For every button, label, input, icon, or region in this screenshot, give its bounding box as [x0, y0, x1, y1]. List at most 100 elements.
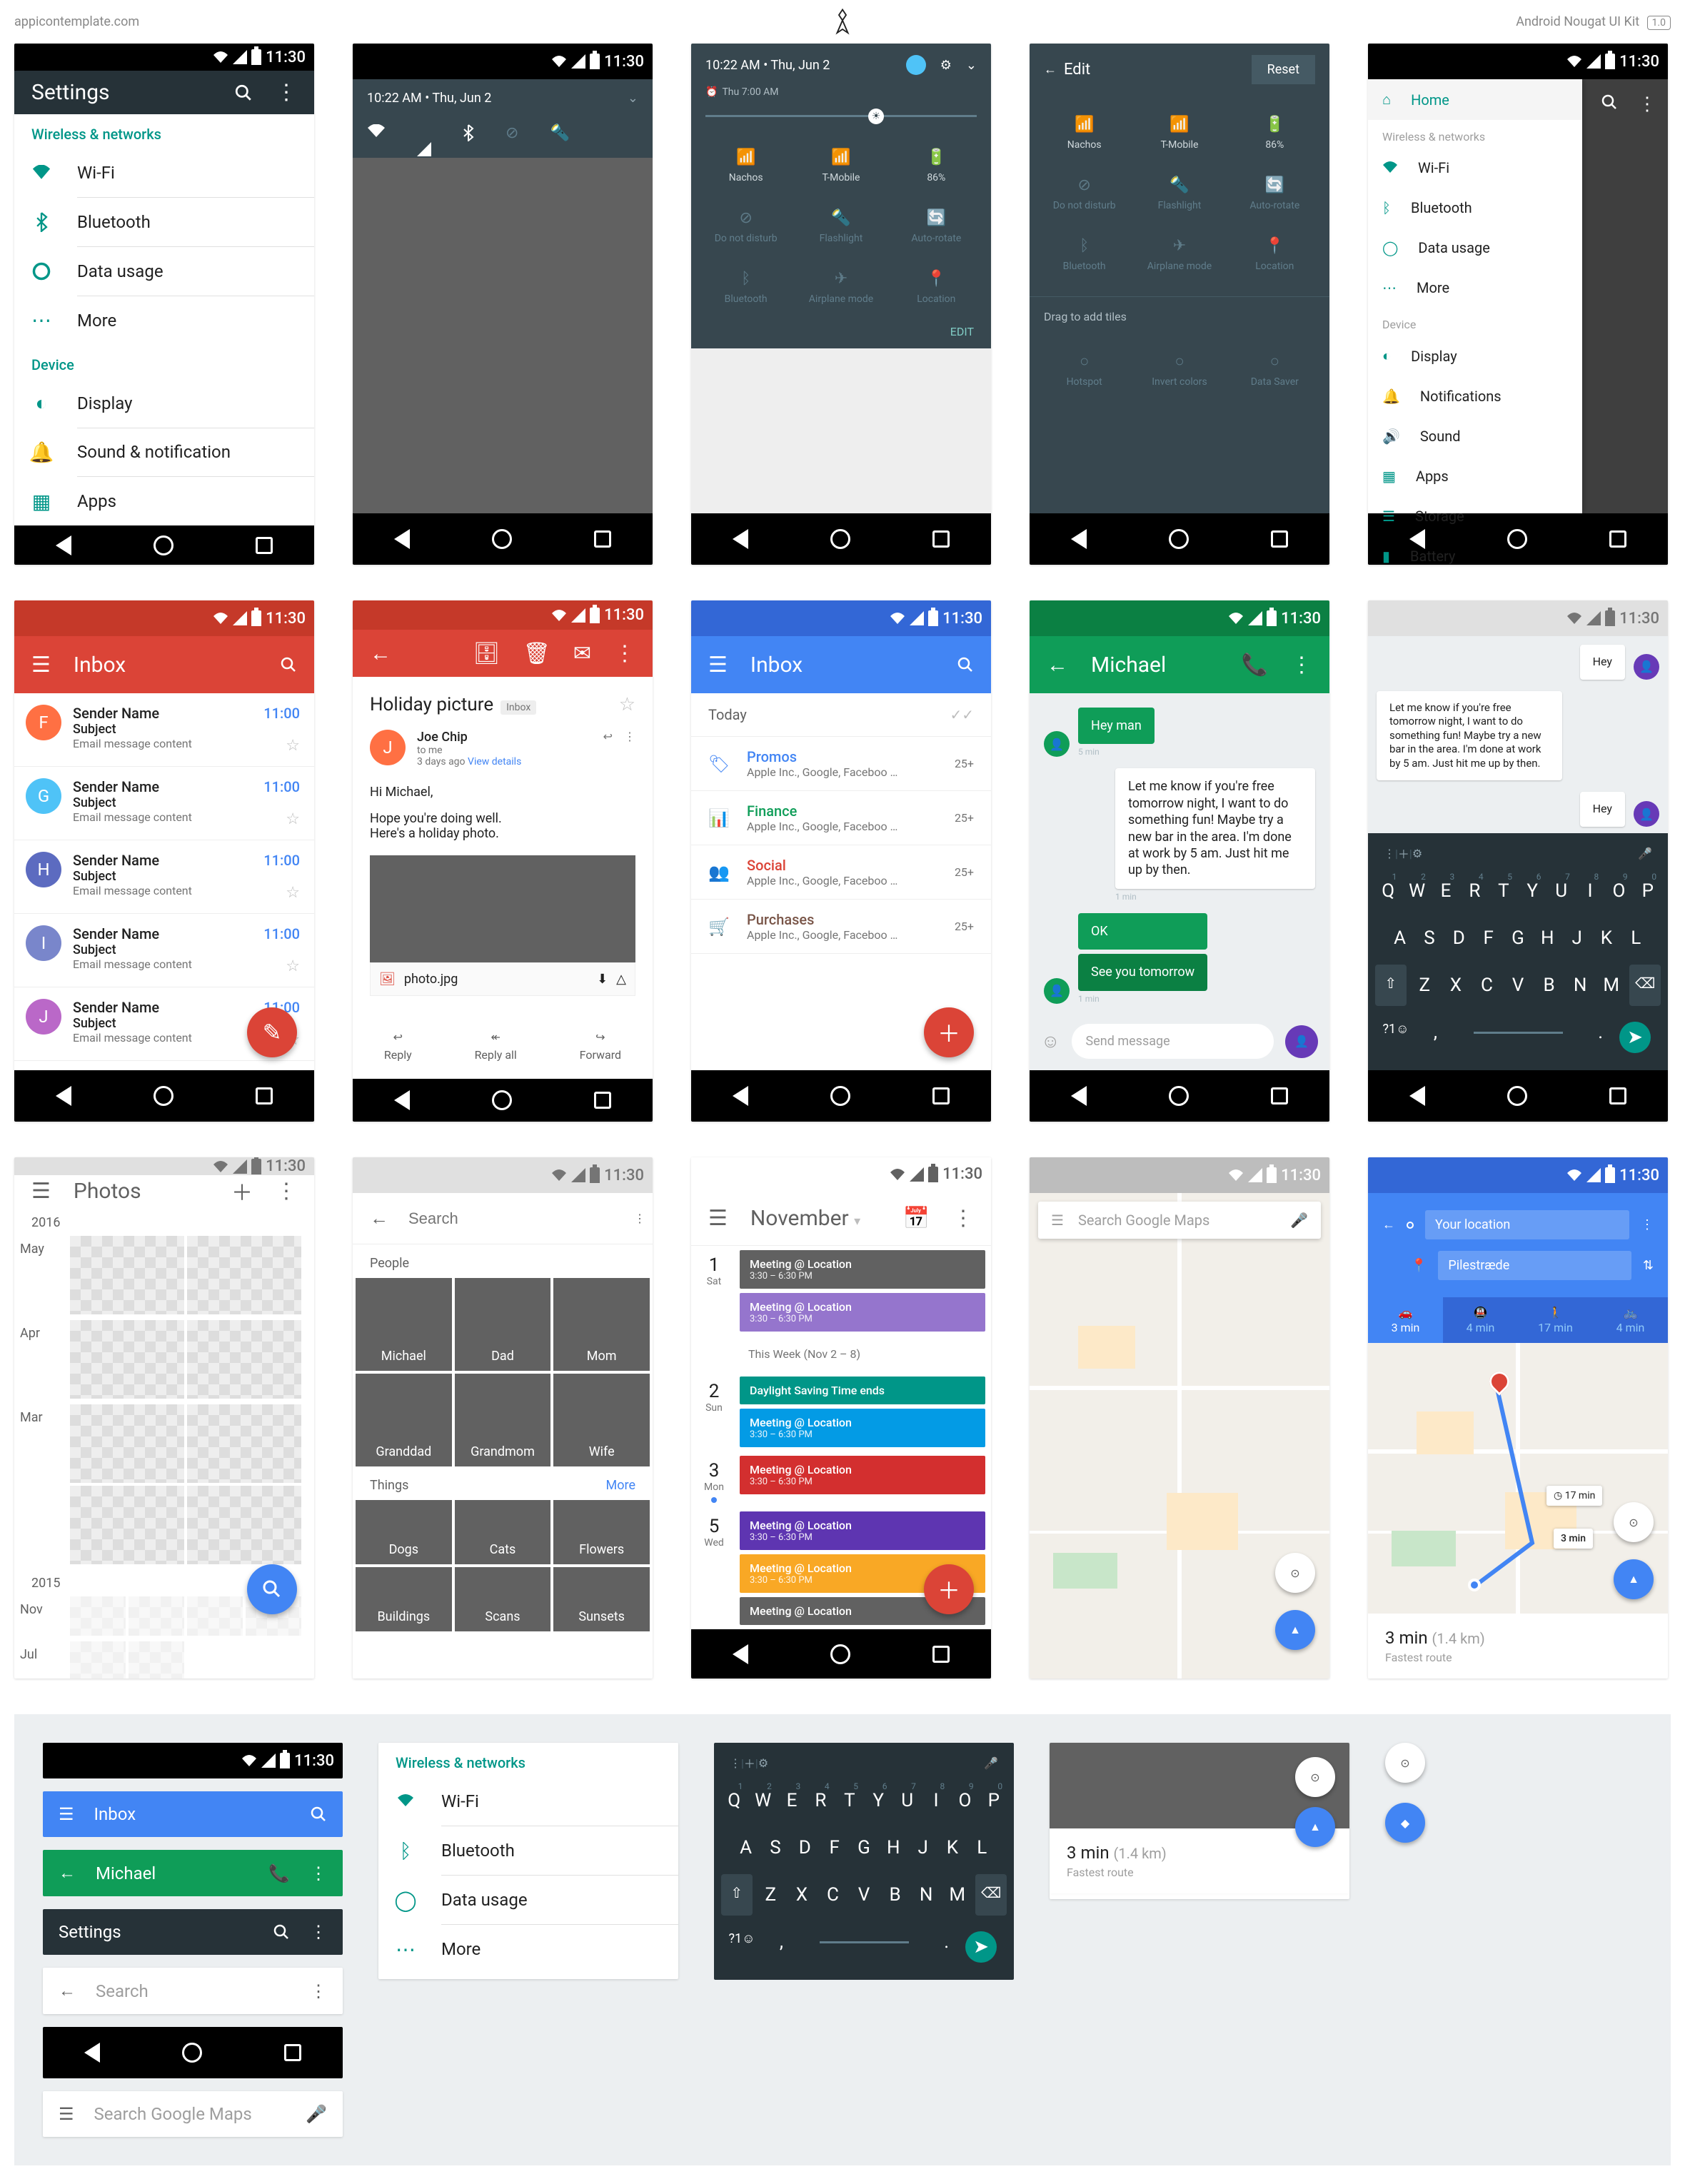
key-f[interactable]: F [1475, 917, 1502, 959]
nav-recent[interactable] [594, 530, 611, 548]
item-wifi[interactable]: Wi-Fi [378, 1777, 678, 1826]
nav-recent[interactable] [1271, 1087, 1288, 1104]
menu-icon[interactable]: ☰ [1051, 1212, 1064, 1229]
contact-avatar[interactable]: 👤 [1044, 731, 1070, 757]
qs-wifi[interactable] [367, 124, 386, 142]
back-icon[interactable]: ← [59, 1863, 76, 1883]
qs-tile-flashlight[interactable]: 🔦Flashlight [793, 196, 888, 257]
mode-bike[interactable]: 🚲4 min [1593, 1297, 1668, 1343]
photo-thumb[interactable] [129, 1596, 184, 1636]
search-icon[interactable] [310, 1806, 327, 1823]
origin-marker[interactable] [1468, 1579, 1481, 1591]
nav-home[interactable] [1507, 1086, 1527, 1106]
more-link[interactable]: More [606, 1478, 635, 1493]
menu-icon[interactable]: ☰ [59, 2104, 74, 2124]
comma-key[interactable]: , [1419, 1012, 1452, 1063]
key-j[interactable]: J [1564, 917, 1590, 959]
expand-icon[interactable]: ⌄ [628, 91, 638, 106]
qs-tile-86%[interactable]: 🔋86% [1227, 103, 1322, 163]
overflow-icon[interactable]: ⋮ [1638, 94, 1656, 115]
key-v[interactable]: V [848, 1874, 880, 1916]
qs-flash[interactable]: 🔦 [550, 124, 569, 142]
phone-icon[interactable]: 📞 [268, 1863, 290, 1883]
back-icon[interactable]: ← [1044, 62, 1057, 77]
key-d[interactable]: D [1446, 917, 1472, 959]
nav-back[interactable] [1071, 1086, 1087, 1106]
nav-back[interactable] [56, 1086, 71, 1106]
space-key[interactable] [800, 1921, 928, 1973]
nav-fab[interactable]: ▲ [1295, 1807, 1335, 1847]
album-buildings[interactable]: Buildings [356, 1567, 452, 1631]
album-granddad[interactable]: Granddad [356, 1374, 452, 1466]
add-icon[interactable]: ＋ [231, 1175, 253, 1207]
star-icon[interactable]: ☆ [286, 957, 300, 975]
mail-row[interactable]: FSender Name11:00SubjectEmail message co… [14, 693, 314, 767]
key-x[interactable]: X [786, 1874, 818, 1916]
album-michael[interactable]: Michael [356, 1278, 452, 1371]
key-c[interactable]: C [1472, 965, 1503, 1006]
nav-recent[interactable] [932, 1087, 950, 1104]
qs-edit-button[interactable]: EDIT [691, 325, 991, 348]
nav-home[interactable] [492, 529, 512, 549]
compose-fab[interactable]: ＋ [924, 1007, 974, 1057]
mode-transit[interactable]: 🚇4 min [1443, 1297, 1518, 1343]
nav-home[interactable] [1169, 1086, 1189, 1106]
qs-tile-t-mobile[interactable]: 📶T-Mobile [1132, 103, 1227, 163]
contact-avatar[interactable]: 👤 [1044, 978, 1070, 1004]
key-a[interactable]: A [733, 1827, 759, 1868]
map-search-bar[interactable]: ☰ Search Google Maps 🎤 [1038, 1202, 1321, 1239]
swap-icon[interactable]: ⇅ [1643, 1258, 1654, 1273]
mylocation-fab[interactable]: ⊙ [1295, 1757, 1335, 1797]
nav-home[interactable] [182, 2043, 202, 2063]
nav-home[interactable] [830, 1086, 850, 1106]
drive-icon[interactable]: △ [616, 972, 626, 987]
album-flowers[interactable]: Flowers [553, 1500, 650, 1564]
key-v[interactable]: V [1502, 965, 1534, 1006]
key-k[interactable]: K [939, 1827, 965, 1868]
search-input[interactable] [408, 1209, 614, 1228]
maps-search-bar[interactable]: ☰Search Google Maps🎤 [43, 2091, 343, 2137]
key-o[interactable]: 9O [1606, 870, 1631, 912]
directions-fab[interactable]: ▲ [1275, 1610, 1315, 1650]
day-number[interactable]: 5 [694, 1516, 734, 1537]
nav-back[interactable] [733, 529, 748, 549]
reply-all-button[interactable]: ↞Reply all [475, 1030, 517, 1062]
drawer-notif[interactable]: 🔔Notifications [1368, 376, 1582, 416]
star-icon[interactable]: ☆ [286, 737, 300, 755]
qs-tile-bluetooth[interactable]: ᛒBluetooth [698, 257, 793, 318]
photo-thumb[interactable] [187, 1320, 301, 1399]
qs-tile-nachos[interactable]: 📶Nachos [698, 136, 793, 196]
key-x[interactable]: X [1440, 965, 1472, 1006]
symbols-key[interactable]: ?1☺ [721, 1921, 763, 1973]
nav-back[interactable] [1409, 1086, 1425, 1106]
key-r[interactable]: 4R [1462, 870, 1487, 912]
view-details-link[interactable]: View details [468, 756, 521, 768]
nav-recent[interactable] [932, 1646, 950, 1663]
period-key[interactable]: . [1584, 1012, 1616, 1063]
photo-thumb[interactable] [187, 1236, 301, 1314]
key-z[interactable]: Z [1409, 965, 1441, 1006]
drawer-home[interactable]: ⌂Home [1368, 79, 1582, 120]
nav-back[interactable] [394, 529, 410, 549]
month-label[interactable]: Apr [20, 1320, 70, 1399]
day-number[interactable]: 2 [694, 1381, 734, 1402]
done-all-icon[interactable]: ✓✓ [950, 706, 974, 723]
mic-icon[interactable]: 🎤 [1290, 1212, 1308, 1229]
album-cats[interactable]: Cats [455, 1500, 551, 1564]
route-title[interactable]: 3 min (1.4 km) [1385, 1628, 1651, 1648]
overflow-icon[interactable]: ⋮ [310, 1922, 327, 1942]
shift-key[interactable]: ⇧ [1375, 965, 1407, 1006]
period-key[interactable]: . [930, 1921, 962, 1973]
photo-thumb[interactable] [70, 1486, 184, 1564]
key-r[interactable]: 4R [808, 1780, 833, 1821]
key-f[interactable]: F [821, 1827, 847, 1868]
attachment-preview[interactable] [370, 855, 635, 962]
month-label[interactable]: Nov [20, 1596, 70, 1636]
item-apps[interactable]: ▦ Apps [14, 477, 314, 525]
overflow-icon[interactable]: ⋮ [614, 641, 635, 666]
start-nav-fab[interactable]: ▲ [1614, 1559, 1654, 1599]
back-icon[interactable]: ← [370, 641, 391, 666]
month-label[interactable]: Mar [20, 1404, 70, 1564]
key-k[interactable]: K [1593, 917, 1619, 959]
calendar-month[interactable]: November [750, 1206, 849, 1231]
